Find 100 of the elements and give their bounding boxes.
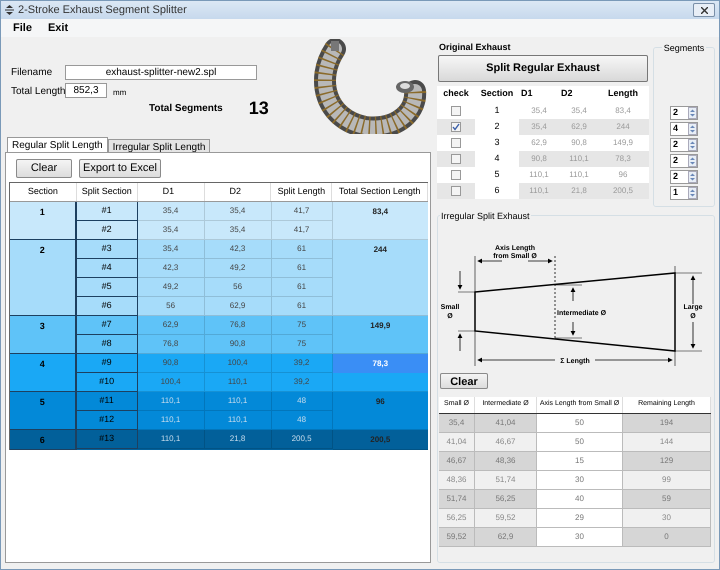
section-cell: 2 xyxy=(10,240,77,316)
table-cell: 46,67 xyxy=(439,452,475,470)
table-cell: #5 xyxy=(76,278,138,297)
table-cell: 110,1 xyxy=(138,392,205,411)
table-cell: 6 xyxy=(475,182,519,198)
table-cell: 49,2 xyxy=(138,278,205,297)
table-cell[interactable]: 15 xyxy=(537,452,623,470)
table-cell-text: 78,3 xyxy=(614,152,632,164)
menu-item[interactable]: Exit xyxy=(48,20,68,36)
table-cell[interactable]: 30 xyxy=(537,470,623,488)
split-button[interactable]: Split Regular Exhaust xyxy=(438,54,648,82)
menu-item[interactable]: File xyxy=(13,20,32,36)
checkbox[interactable] xyxy=(451,186,461,196)
table-cell: 41,7 xyxy=(272,202,333,221)
filename-field[interactable]: exhaust-splitter-new2.spl xyxy=(65,65,257,80)
spinner-arrows-icon xyxy=(688,138,697,150)
table-cell[interactable]: 40 xyxy=(537,490,623,508)
table-cell-text: 110,1 xyxy=(528,168,550,180)
clear-button[interactable]: Clear xyxy=(440,372,488,388)
column-header: D1 xyxy=(138,183,205,201)
table-cell: 48 xyxy=(272,392,333,411)
filename-label: Filename xyxy=(11,66,54,80)
table-cell-text: 110,1 xyxy=(528,184,550,196)
table-cell: 35,4 xyxy=(138,202,205,221)
table-cell: 61 xyxy=(272,259,333,278)
spinner-field[interactable]: 2 xyxy=(670,170,698,184)
tab[interactable]: Regular Split Length xyxy=(7,137,108,152)
total-segments-label: Total Segments xyxy=(149,102,223,116)
table-cell[interactable]: 149,9 xyxy=(332,316,428,335)
column-header: Section xyxy=(10,183,77,201)
table-cell-text: 35,4 xyxy=(530,120,548,132)
table-cell-text: 200,5 xyxy=(612,184,634,196)
checkbox[interactable] xyxy=(451,154,461,164)
table-cell: 90,8 xyxy=(138,354,205,373)
table-cell[interactable]: 50 xyxy=(537,414,623,432)
table-cell[interactable]: 96 xyxy=(332,392,428,411)
table-cell-text: 244 xyxy=(615,120,631,132)
table-cell[interactable]: 83,4 xyxy=(332,202,428,221)
section-cell: 5 xyxy=(10,392,77,430)
table-cell: 56 xyxy=(204,278,272,297)
table-cell-text: 149,9 xyxy=(612,136,634,148)
export-button[interactable]: Export to Excel xyxy=(79,159,161,178)
table-cell: #1 xyxy=(76,202,138,221)
table-cell: #3 xyxy=(76,240,138,259)
table-cell: 62,9 xyxy=(138,316,205,335)
table-cell-text: 110,1 xyxy=(568,152,590,164)
table-cell: 35,4 xyxy=(439,414,475,432)
spinner-field[interactable]: 2 xyxy=(670,138,698,152)
table-cell-text: 62,9 xyxy=(570,120,588,132)
table-cell[interactable]: 30 xyxy=(537,528,623,546)
table-cell-text: 96 xyxy=(618,168,628,180)
clear-button[interactable]: Clear xyxy=(16,159,72,178)
table-cell: #4 xyxy=(76,259,138,278)
section-cell: 6 xyxy=(10,430,77,450)
checkbox[interactable] xyxy=(451,122,461,132)
checkbox[interactable] xyxy=(451,106,461,116)
table-cell: #13 xyxy=(76,430,138,449)
spinner-field[interactable]: 4 xyxy=(670,122,698,136)
table-cell: 42,3 xyxy=(138,259,205,278)
table-cell: 35,4 xyxy=(138,240,205,259)
table-cell: 42,3 xyxy=(204,240,272,259)
table-cell: 110,1 xyxy=(204,392,272,411)
table-cell: 48,36 xyxy=(475,452,537,470)
table-cell: 21,8 xyxy=(204,430,272,449)
table-cell: 59,52 xyxy=(439,528,475,546)
table-cell[interactable]: 244 xyxy=(332,240,428,259)
table-cell: #11 xyxy=(76,392,138,411)
column-header: Total Section Length xyxy=(332,183,428,201)
table-cell: 100,4 xyxy=(204,354,272,373)
table-cell-text: 110,1 xyxy=(568,168,590,180)
table-cell: 35,4 xyxy=(204,202,272,221)
table-cell[interactable]: 29 xyxy=(537,508,623,526)
column-header: Split Length xyxy=(271,183,332,201)
table-cell: 76,8 xyxy=(204,316,272,335)
total-length-field[interactable]: 852,3 xyxy=(65,83,107,98)
column-header: D2 xyxy=(204,183,272,201)
spinner-arrows-icon xyxy=(688,186,697,198)
group-title: Segments xyxy=(662,42,706,56)
table-cell: 41,04 xyxy=(475,414,537,432)
table-cell-text: 90,8 xyxy=(530,152,548,164)
spinner-arrows-icon xyxy=(688,154,697,166)
table-cell: 2 xyxy=(475,118,519,134)
table-cell: 62,9 xyxy=(475,528,537,546)
table-cell: 75 xyxy=(272,316,333,335)
close-button[interactable] xyxy=(693,3,715,17)
column-header: D1 xyxy=(520,87,534,100)
table-cell[interactable]: 50 xyxy=(537,432,623,450)
table-cell-text: 21,8 xyxy=(570,184,588,196)
table-cell: 51,74 xyxy=(439,490,475,508)
column-header: check xyxy=(442,87,470,100)
tab[interactable]: Irregular Split Length xyxy=(108,139,210,152)
checkbox[interactable] xyxy=(451,170,461,180)
checkbox[interactable] xyxy=(451,138,461,148)
section-cell: 4 xyxy=(10,354,77,392)
table-cell: 56,25 xyxy=(475,490,537,508)
table-cell: #9 xyxy=(76,354,138,373)
spinner-field[interactable]: 2 xyxy=(670,106,698,120)
table-cell: 194 xyxy=(623,414,711,432)
spinner-field[interactable]: 2 xyxy=(670,154,698,168)
spinner-field[interactable]: 1 xyxy=(670,186,698,200)
